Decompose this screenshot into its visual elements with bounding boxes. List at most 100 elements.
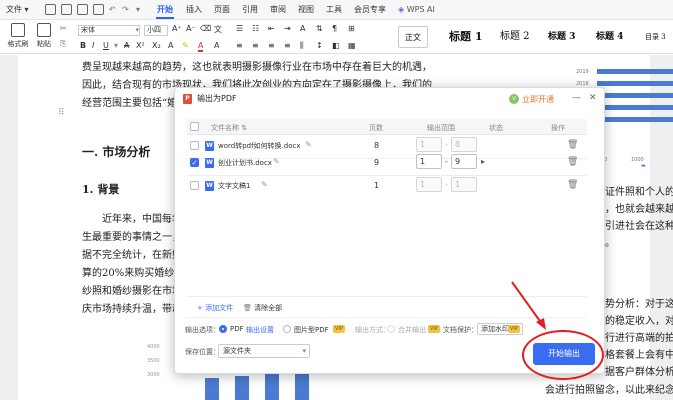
italic-button[interactable]: I xyxy=(92,41,94,50)
sort-icon: ⇅ xyxy=(241,124,248,132)
border-icon[interactable]: ▦ xyxy=(348,41,356,50)
tab-reference[interactable]: 引用 xyxy=(242,0,258,20)
shading-icon[interactable]: ◧ xyxy=(332,41,340,50)
underline-button[interactable]: U xyxy=(103,41,109,50)
range-to-input[interactable]: 9 xyxy=(451,154,477,169)
char-shading-button[interactable]: A xyxy=(214,41,219,50)
more-icon[interactable]: ▾ xyxy=(136,0,140,20)
pinyin-button[interactable]: 文 xyxy=(214,24,222,35)
format-painter-button[interactable]: 格式刷 xyxy=(6,23,30,49)
chart-tick: 4000 xyxy=(147,344,160,350)
pdf-radio[interactable] xyxy=(219,325,227,333)
style-normal[interactable]: 正文 xyxy=(398,26,428,48)
delete-icon[interactable]: 🗑 xyxy=(567,157,578,167)
chinese-layout-icon[interactable]: A xyxy=(300,24,305,33)
decrease-indent-icon[interactable]: ⇤ xyxy=(268,24,275,33)
doc-line: 据不完全统计，在新婚 xyxy=(82,250,182,261)
line-spacing-icon[interactable]: ↕ xyxy=(316,41,323,50)
file-row[interactable]: W 文字文稿1 ✎ 1 1 - 1 🗑 xyxy=(187,174,587,198)
minimize-icon[interactable]: — xyxy=(572,93,581,103)
range-from-input[interactable]: 1 xyxy=(416,137,442,152)
font-name-select[interactable]: 宋体 ▾ xyxy=(78,25,140,36)
distribute-icon[interactable]: ⫼ xyxy=(300,41,304,51)
grow-font-button[interactable]: A⁺ xyxy=(172,24,182,33)
clear-format-button[interactable]: ⌫ xyxy=(200,24,211,33)
output-mode-label: 输出方式： xyxy=(355,326,390,334)
edit-icon[interactable]: ✎ xyxy=(305,140,312,149)
subscript-button[interactable]: X₂ xyxy=(152,41,161,50)
increase-indent-icon[interactable]: ⇥ xyxy=(284,24,291,33)
row-checkbox[interactable] xyxy=(190,141,199,150)
doc-line: 行进行高端的拍摄 xyxy=(605,333,673,344)
column-header[interactable]: 文件名称 ⇅ xyxy=(211,123,247,133)
range-to-input[interactable]: 1 xyxy=(451,177,477,192)
paragraph-anchor-icon[interactable]: ⠿ xyxy=(58,108,65,118)
superscript-button[interactable]: X² xyxy=(136,41,145,50)
ribbon-toolbar: 格式刷 粘贴 ✂ ⎘ 宋体 ▾ 小四 A⁺ A⁻ ⌫ 文 B I U ▾ A X²… xyxy=(0,20,673,54)
save-location-select[interactable]: 源文件夹 ▾ xyxy=(218,344,310,358)
font-color-button[interactable]: A xyxy=(198,41,204,52)
close-icon[interactable]: ✕ xyxy=(589,93,597,103)
align-right-icon[interactable]: ≡ xyxy=(268,41,275,50)
align-left-icon[interactable]: ≡ xyxy=(236,41,243,50)
justify-icon[interactable]: ≡ xyxy=(284,41,291,50)
preview-icon[interactable] xyxy=(77,4,88,15)
sort-icon[interactable]: ⇅ xyxy=(316,24,323,33)
tab-view[interactable]: 视图 xyxy=(298,0,314,20)
vip-open-link[interactable]: 立即开通 xyxy=(522,94,554,105)
tab-tools[interactable]: 工具 xyxy=(326,0,342,20)
file-row[interactable]: ✓ W 创业计划书.docx ✎ 9 1 - 9 ▸ 🗑 xyxy=(187,151,587,175)
style-heading-3[interactable]: 标题 3 xyxy=(548,26,575,48)
text-effect-button[interactable]: A xyxy=(168,41,173,50)
bold-button[interactable]: B xyxy=(80,41,86,50)
doc-line: 的稳定收入，对 xyxy=(605,316,673,327)
edit-icon[interactable]: ✎ xyxy=(261,180,268,189)
chart-bar xyxy=(235,376,249,400)
tab-review[interactable]: 审阅 xyxy=(270,0,286,20)
chart-year-label: 2019 xyxy=(576,69,589,75)
range-from-input[interactable]: 1 xyxy=(416,154,442,169)
row-checkbox[interactable]: ✓ xyxy=(190,158,199,167)
font-size-select[interactable]: 小四 xyxy=(144,25,168,36)
select-all-checkbox[interactable] xyxy=(190,122,199,131)
delete-icon[interactable]: 🗑 xyxy=(567,140,578,150)
save-icon[interactable] xyxy=(45,4,56,15)
shrink-font-button[interactable]: A⁻ xyxy=(186,24,196,33)
print-icon[interactable] xyxy=(61,4,72,15)
style-heading-1[interactable]: 标题 1 xyxy=(449,26,482,48)
tab-page[interactable]: 页面 xyxy=(214,0,230,20)
clear-all-button[interactable]: 🗑 清除全部 xyxy=(243,303,282,313)
numbered-list-icon[interactable]: ☷ xyxy=(252,24,259,33)
image-pdf-radio[interactable] xyxy=(283,325,291,333)
delete-icon[interactable]: 🗑 xyxy=(567,180,578,190)
strikethrough-button[interactable]: A xyxy=(124,41,129,50)
range-from-input[interactable]: 1 xyxy=(416,177,442,192)
style-heading-2[interactable]: 标题 2 xyxy=(500,26,530,48)
redo-icon[interactable]: ↷ xyxy=(122,0,129,20)
style-heading-4[interactable]: 标题 4 xyxy=(596,26,623,48)
underline-dropdown[interactable]: ▾ xyxy=(114,41,118,50)
highlight-icon[interactable]: ✎ xyxy=(182,41,189,50)
table-border-icon[interactable]: ⊞ xyxy=(348,24,355,33)
add-file-button[interactable]: + 添加文件 xyxy=(197,303,233,313)
tab-member[interactable]: 会员专享 xyxy=(354,0,386,20)
cut-icon[interactable]: ✂ xyxy=(60,24,67,33)
wps-ai-button[interactable]: ◈ WPS AI xyxy=(398,0,435,20)
show-marks-icon[interactable]: ¶ xyxy=(332,24,337,33)
merge-output-checkbox[interactable] xyxy=(387,325,395,333)
style-toc-3[interactable]: 目录 3 xyxy=(645,26,666,48)
active-tab-indicator xyxy=(156,17,174,19)
range-to-input[interactable]: 8 xyxy=(451,137,477,152)
copy-icon[interactable]: ⎘ xyxy=(60,39,66,49)
tab-insert[interactable]: 插入 xyxy=(186,0,202,20)
bullet-list-icon[interactable]: ☰ xyxy=(236,24,243,33)
edit-icon[interactable]: ✎ xyxy=(273,157,280,166)
row-checkbox[interactable] xyxy=(190,181,199,190)
output-settings-link[interactable]: 输出设置 xyxy=(246,325,274,335)
paste-button[interactable]: 粘贴 xyxy=(32,23,56,49)
undo-icon[interactable]: ↶ xyxy=(109,0,116,20)
menu-bar: 文件 ▾ ↶ ↷ ▾ 开始 插入 页面 引用 审阅 视图 工具 会员专享 ◈ W… xyxy=(0,0,673,20)
align-center-icon[interactable]: ≡ xyxy=(252,41,259,50)
file-menu[interactable]: 文件 ▾ xyxy=(6,0,29,20)
export-icon[interactable] xyxy=(93,4,104,15)
